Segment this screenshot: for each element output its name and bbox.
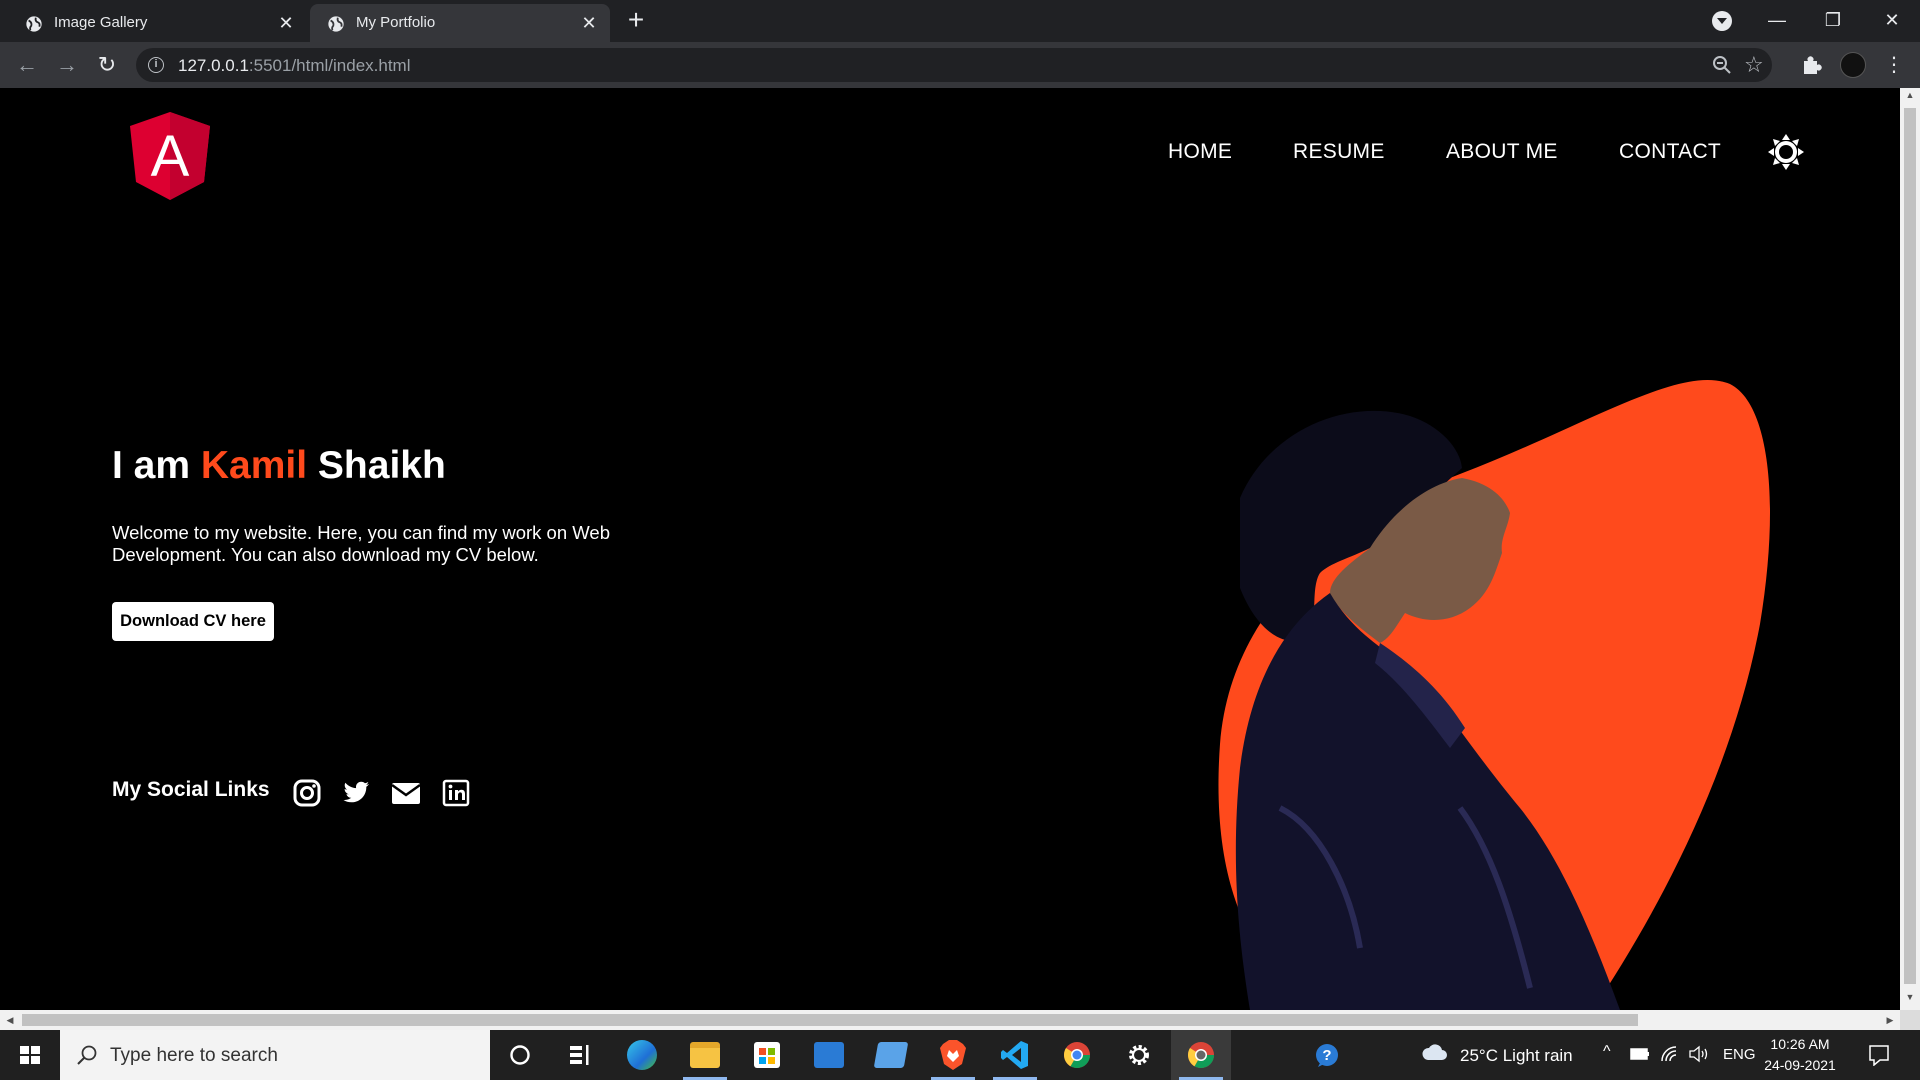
battery-icon[interactable] — [1630, 1047, 1650, 1061]
browser-tab-strip: Image Gallery ✕ My Portfolio ✕ + — ❐ ✕ — [0, 0, 1920, 42]
nav-about-me[interactable]: ABOUT ME — [1446, 140, 1558, 164]
scroll-left-arrow-icon[interactable]: ◀ — [2, 1012, 18, 1028]
close-window-icon[interactable]: ✕ — [1864, 0, 1920, 40]
vertical-scrollbar[interactable]: ▲ ▼ — [1900, 88, 1920, 1010]
hero-description: Welcome to my website. Here, you can fin… — [112, 522, 610, 565]
taskbar-search-box[interactable]: Type here to search — [60, 1030, 490, 1080]
url-text[interactable]: 127.0.0.1:5501/html/index.html — [178, 56, 411, 76]
profile-avatar[interactable] — [1840, 52, 1866, 78]
remote-desktop-icon[interactable] — [861, 1030, 921, 1080]
horizontal-scroll-thumb[interactable] — [22, 1014, 1638, 1026]
instagram-icon[interactable] — [292, 778, 322, 808]
minimize-icon[interactable]: — — [1749, 0, 1805, 40]
portfolio-page: A HOME RESUME ABOUT ME CONTACT I am Kami… — [0, 88, 1900, 1010]
zoom-icon[interactable] — [1712, 55, 1732, 75]
angular-logo[interactable]: A — [130, 112, 210, 200]
nav-resume[interactable]: RESUME — [1293, 140, 1385, 164]
settings-gear-icon[interactable] — [1109, 1030, 1169, 1080]
weather-text[interactable]: 25°C Light rain — [1460, 1046, 1573, 1066]
new-tab-button[interactable]: + — [622, 6, 650, 34]
nav-home[interactable]: HOME — [1168, 140, 1232, 164]
bookmark-star-icon[interactable]: ☆ — [1744, 52, 1764, 78]
scrollbar-corner — [1900, 1010, 1920, 1030]
twitter-icon[interactable] — [341, 778, 371, 808]
language-indicator[interactable]: ENG — [1723, 1046, 1756, 1063]
sun-theme-toggle-icon[interactable] — [1768, 134, 1804, 170]
chrome-icon[interactable] — [1047, 1030, 1107, 1080]
clock-time: 10:26 AM — [1770, 1036, 1830, 1052]
vertical-scroll-thumb[interactable] — [1904, 108, 1916, 984]
menu-kebab-icon[interactable]: ⋮ — [1882, 53, 1906, 77]
tab-image-gallery[interactable]: Image Gallery ✕ — [8, 4, 307, 42]
search-icon — [77, 1045, 97, 1065]
social-links-label: My Social Links — [112, 778, 270, 801]
site-info-icon[interactable]: i — [148, 57, 164, 73]
browser-toolbar: ← → ↻ i 127.0.0.1:5501/html/index.html ☆… — [0, 42, 1920, 88]
network-icon[interactable] — [1660, 1045, 1680, 1063]
cloud-rain-icon — [1422, 1044, 1447, 1060]
scroll-down-arrow-icon[interactable]: ▼ — [1900, 992, 1920, 1008]
scroll-right-arrow-icon[interactable]: ▶ — [1882, 1012, 1898, 1028]
task-view-icon[interactable] — [550, 1030, 610, 1080]
restore-icon[interactable]: ❐ — [1805, 0, 1861, 40]
windows-start-icon[interactable] — [0, 1030, 60, 1080]
tab-search-icon[interactable] — [1712, 11, 1732, 31]
taskbar-clock[interactable]: 10:26 AM 24-09-2021 — [1762, 1034, 1838, 1076]
help-icon[interactable]: ? — [1313, 1043, 1341, 1069]
profile-photo — [1235, 410, 1620, 1010]
chrome-dev-active-icon[interactable] — [1171, 1030, 1231, 1080]
hero-title: I am Kamil Shaikh — [112, 444, 446, 487]
globe-icon — [328, 16, 344, 32]
svg-text:A: A — [151, 124, 190, 189]
scroll-up-arrow-icon[interactable]: ▲ — [1900, 90, 1920, 106]
tab-my-portfolio[interactable]: My Portfolio ✕ — [310, 4, 610, 42]
volume-icon[interactable] — [1688, 1045, 1710, 1063]
address-bar[interactable]: i 127.0.0.1:5501/html/index.html ☆ — [136, 48, 1772, 82]
tab-title: My Portfolio — [356, 14, 436, 31]
cortana-icon[interactable] — [490, 1030, 550, 1080]
reload-icon[interactable]: ↻ — [92, 50, 122, 80]
search-placeholder: Type here to search — [110, 1045, 278, 1066]
close-tab-icon[interactable]: ✕ — [578, 12, 600, 34]
svg-text:?: ? — [1322, 1047, 1331, 1064]
notifications-icon[interactable] — [1868, 1044, 1890, 1066]
nav-contact[interactable]: CONTACT — [1619, 140, 1721, 164]
edge-browser-icon[interactable] — [612, 1030, 672, 1080]
brave-browser-icon[interactable] — [923, 1030, 983, 1080]
microsoft-store-icon[interactable] — [737, 1030, 797, 1080]
windows-taskbar: Type here to search ? 25°C Light rain ^ … — [0, 1030, 1920, 1080]
back-icon[interactable]: ← — [12, 50, 42, 80]
download-cv-button[interactable]: Download CV here — [112, 602, 274, 641]
globe-icon — [26, 16, 42, 32]
mail-icon[interactable] — [391, 778, 421, 808]
clock-date: 24-09-2021 — [1764, 1057, 1836, 1073]
file-explorer-icon[interactable] — [675, 1030, 735, 1080]
mail-app-icon[interactable] — [799, 1030, 859, 1080]
vscode-icon[interactable] — [985, 1030, 1045, 1080]
extensions-puzzle-icon[interactable] — [1800, 53, 1824, 77]
show-hidden-icons-chevron-icon[interactable]: ^ — [1603, 1043, 1611, 1061]
linkedin-icon[interactable] — [441, 778, 471, 808]
horizontal-scrollbar[interactable]: ◀ ▶ — [0, 1010, 1900, 1030]
tab-title: Image Gallery — [54, 14, 148, 31]
forward-icon[interactable]: → — [52, 50, 82, 80]
close-tab-icon[interactable]: ✕ — [275, 12, 297, 34]
hero-name-accent: Kamil — [200, 444, 308, 487]
